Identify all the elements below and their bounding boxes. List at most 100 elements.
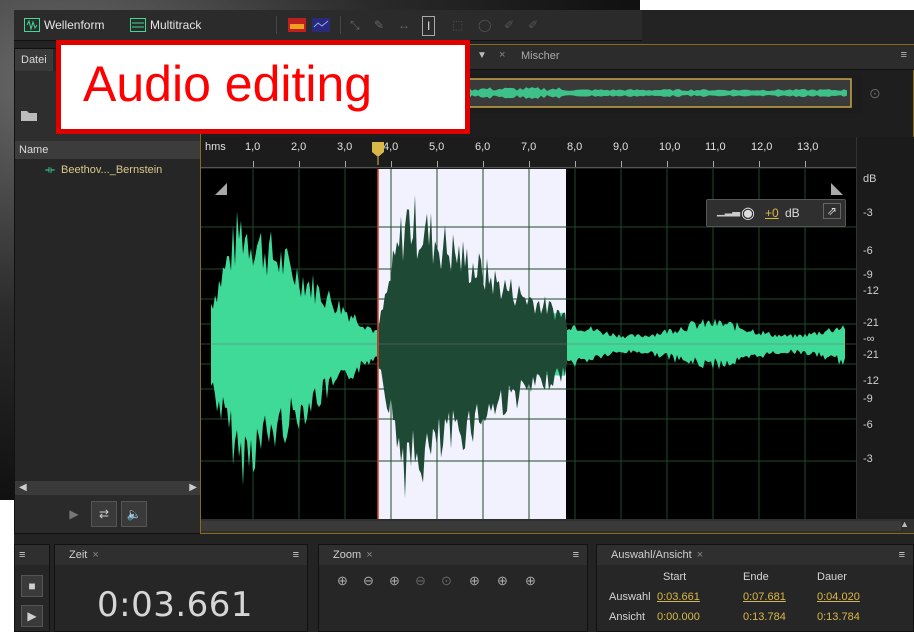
caption-text: Audio editing	[83, 56, 373, 112]
selection-panel-title: Auswahl/Ansicht	[611, 549, 692, 561]
level-bars-icon: ▁▂▃	[717, 206, 741, 217]
zoom-panel-header: Zoom × ≡	[319, 545, 587, 565]
panel-menu-icon[interactable]: ≡	[899, 545, 905, 565]
stop-button[interactable]: ■	[21, 575, 43, 597]
play-icon: ▶	[27, 609, 37, 623]
slip-tool[interactable]: ↔	[398, 16, 410, 34]
open-folder-icon[interactable]	[21, 109, 37, 121]
gain-hud: ▁▂▃ ◉ +0 dB ⇗	[706, 199, 846, 227]
spectral-frequency-button[interactable]	[288, 16, 306, 34]
lasso-icon: ◯	[478, 18, 492, 32]
playhead-marker-icon[interactable]	[371, 141, 385, 165]
view-duration[interactable]: 0:13.784	[817, 611, 860, 623]
marquee-tool[interactable]: ⬚	[452, 16, 463, 34]
close-icon[interactable]: ×	[90, 549, 98, 561]
gain-knob[interactable]: ◉	[741, 203, 755, 223]
multitrack-view-button[interactable]: Multitrack	[130, 16, 201, 34]
time-panel: Zeit × ≡ 0:03.661	[54, 544, 308, 632]
brush-tool[interactable]: ✐	[504, 16, 514, 34]
waveform-icon	[24, 18, 40, 32]
waveform-view-button[interactable]: Wellenform	[24, 16, 104, 34]
column-duration: Dauer	[817, 571, 847, 583]
selection-duration[interactable]: 0:04.020	[817, 591, 860, 603]
waveform-scrollbar[interactable]: ▲	[201, 519, 914, 533]
ruler-unit: hms	[205, 141, 226, 153]
zoom-out-amplitude-icon[interactable]: ⊖	[363, 573, 374, 589]
zoom-selection-icon[interactable]: ⊕	[525, 573, 536, 589]
gain-value[interactable]: +0	[765, 206, 779, 220]
ruler-label: 1,0	[245, 141, 261, 153]
spot-healing-tool[interactable]: ✐	[528, 16, 538, 34]
zoom-out-full-icon[interactable]: ⊙	[869, 85, 881, 102]
lasso-tool[interactable]: ◯	[478, 16, 491, 34]
db-scale: dB -3 -6 -9 -12 -21 -∞ -21 -12 -9 -6 -3	[856, 137, 914, 519]
selection-end[interactable]: 0:07.681	[743, 591, 786, 603]
db-label: -21	[863, 317, 879, 329]
selection-start[interactable]: 0:03.661	[657, 591, 700, 603]
brush-icon: ✐	[504, 18, 515, 32]
view-end[interactable]: 0:13.784	[743, 611, 786, 623]
zoom-out-time-icon[interactable]: ⊖	[415, 573, 426, 589]
zoom-in-time-icon[interactable]: ⊕	[389, 573, 400, 589]
scroll-up-icon[interactable]: ▲	[900, 519, 909, 529]
panel-menu-icon[interactable]: ≡	[293, 545, 299, 565]
db-label: -12	[863, 375, 879, 387]
horizontal-scrollbar[interactable]: ◀ ▶	[15, 481, 201, 495]
pin-hud-icon[interactable]: ⇗	[822, 203, 841, 219]
marquee-icon: ⬚	[452, 18, 464, 32]
db-label: -6	[863, 419, 873, 431]
row-label-selection: Auswahl	[609, 591, 651, 603]
file-name: Beethov..._Bernstein	[61, 164, 163, 176]
panel-menu-icon[interactable]: ≡	[901, 49, 907, 61]
close-icon[interactable]: ×	[364, 549, 372, 561]
ruler-tick	[529, 161, 530, 167]
panel-menu-icon[interactable]: ≡	[15, 549, 25, 561]
loop-icon: ⇄	[98, 507, 110, 521]
zoom-in-amplitude-icon[interactable]: ⊕	[337, 573, 348, 589]
panel-menu-icon[interactable]: ≡	[573, 545, 579, 565]
db-label: -12	[863, 285, 879, 297]
current-time-display: 0:03.661	[97, 585, 254, 625]
play-button[interactable]: ▶	[21, 605, 43, 627]
text-cursor-icon: I	[427, 19, 431, 33]
ruler-label: 7,0	[521, 141, 537, 153]
spectral-pitch-button[interactable]	[312, 16, 330, 34]
ruler-label: 10,0	[659, 141, 681, 153]
zoom-full-icon[interactable]: ⊙	[441, 573, 452, 589]
time-selection-tool[interactable]: I	[422, 16, 436, 36]
editor-dropdown-icon[interactable]: ▼	[477, 50, 487, 61]
file-list-item[interactable]: ⟛ Beethov..._Bernstein	[15, 161, 201, 179]
zoom-selection-out-icon[interactable]: ⊕	[497, 573, 508, 589]
scroll-thumb[interactable]	[201, 521, 901, 531]
selection-panel-header: Auswahl/Ansicht × ≡	[597, 545, 913, 565]
move-tool[interactable]: ⤡	[350, 16, 360, 34]
preview-play-button[interactable]: ▶	[61, 501, 87, 527]
tab-mixer[interactable]: Mischer	[521, 50, 560, 62]
zoom-selection-in-icon[interactable]: ⊕	[469, 573, 480, 589]
tab-files[interactable]: Datei	[15, 49, 53, 71]
waveform-view-label: Wellenform	[44, 18, 105, 32]
auto-play-button[interactable]: 🔈	[121, 501, 147, 527]
ruler-label: 8,0	[567, 141, 583, 153]
scroll-right-icon[interactable]: ▶	[189, 482, 197, 493]
ruler-tick	[253, 161, 254, 167]
preview-loop-button[interactable]: ⇄	[91, 501, 117, 527]
move-icon: ⤡	[350, 17, 360, 32]
time-ruler[interactable]: hms 1,0 2,0 3,0 4,0 5,0 6,0 7,0 8,0 9,0 10,0 11,0 1…	[201, 137, 856, 168]
caption-overlay: Audio editing	[56, 40, 470, 134]
zoom-panel: Zoom × ≡ ⊕ ⊖ ⊕ ⊖ ⊙ ⊕ ⊕ ⊕	[318, 544, 588, 632]
close-icon[interactable]: ×	[695, 549, 703, 561]
waveform-file-icon: ⟛	[45, 164, 55, 176]
healing-brush-icon: ✐	[528, 18, 539, 32]
razor-tool[interactable]: ✎	[374, 16, 384, 34]
file-preview-controls: ▶ ⇄ 🔈	[15, 495, 201, 533]
view-start[interactable]: 0:00.000	[657, 611, 700, 623]
waveform-display[interactable]: ▁▂▃ ◉ +0 dB ⇗	[201, 169, 856, 519]
zoom-panel-title: Zoom	[333, 549, 362, 561]
multitrack-view-label: Multitrack	[150, 18, 202, 32]
ruler-label: 6,0	[475, 141, 491, 153]
name-column-header[interactable]: Name	[15, 141, 201, 159]
scroll-left-icon[interactable]: ◀	[19, 482, 27, 493]
close-icon[interactable]: ×	[499, 49, 505, 61]
ruler-tick	[483, 161, 484, 167]
